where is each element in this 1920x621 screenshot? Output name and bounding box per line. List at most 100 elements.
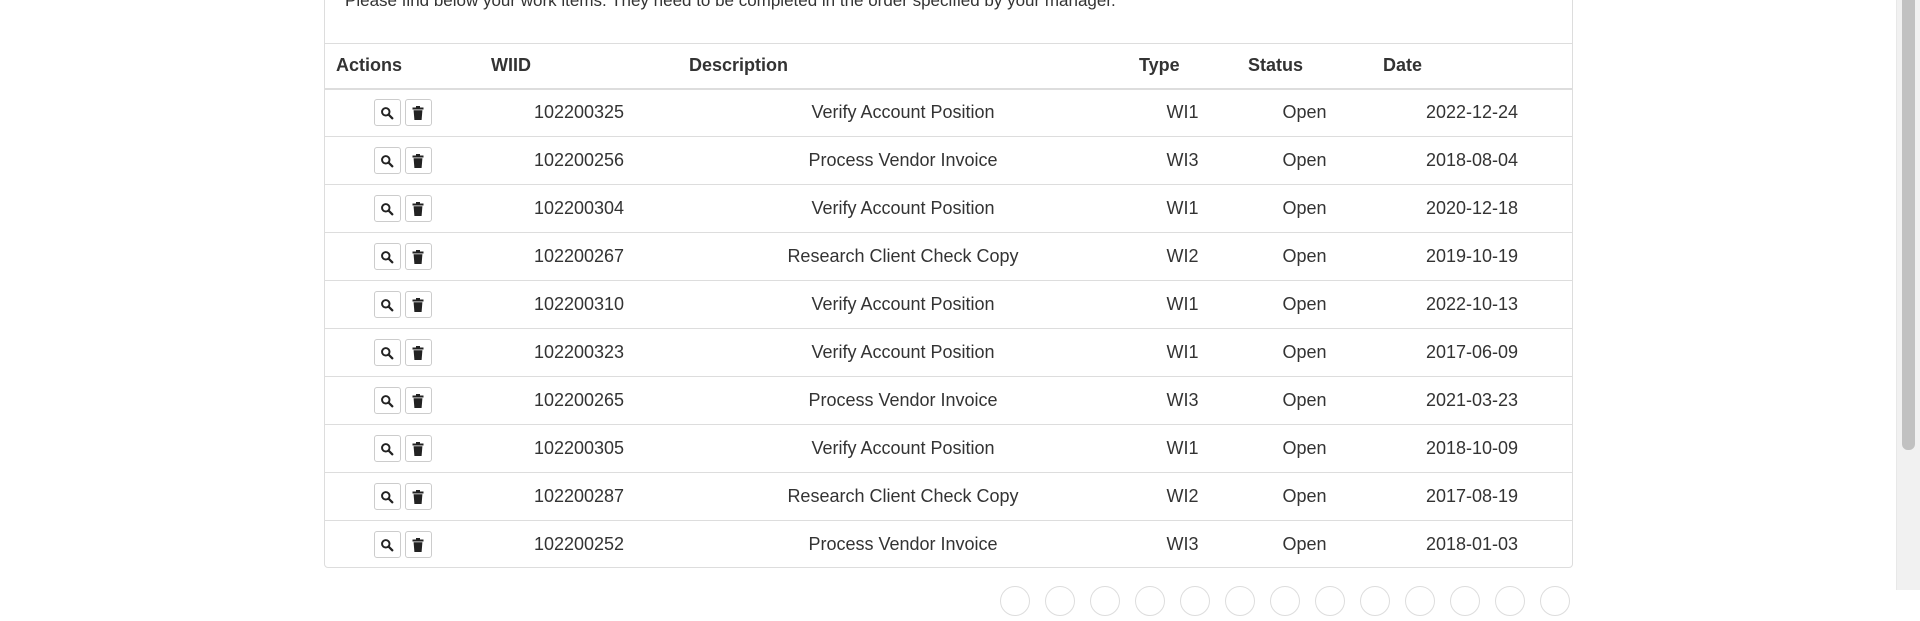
cell-wiid: 102200304 [480, 184, 678, 233]
page-button[interactable] [1135, 586, 1165, 616]
view-button[interactable] [373, 531, 401, 559]
cell-date: 2017-08-19 [1372, 472, 1572, 521]
cell-description: Process Vendor Invoice [678, 376, 1128, 425]
table-row: 102200305 Verify Account Position WI1 Open 2… [325, 424, 1572, 473]
page-button[interactable] [1045, 586, 1075, 616]
work-items-table: Actions WIID Description Type Status Dat… [325, 43, 1572, 568]
cell-description: Research Client Check Copy [678, 232, 1128, 281]
cell-date: 2017-06-09 [1372, 328, 1572, 377]
page-button[interactable] [1270, 586, 1300, 616]
page-button[interactable] [1540, 586, 1570, 616]
cell-description: Research Client Check Copy [678, 472, 1128, 521]
delete-button[interactable] [404, 243, 432, 270]
cell-status: Open [1237, 328, 1372, 377]
page-button[interactable] [1000, 586, 1030, 616]
cell-date: 2018-01-03 [1425, 534, 1519, 555]
row-actions [325, 136, 480, 185]
cell-type: WI1 [1128, 88, 1237, 137]
row-actions [325, 376, 480, 425]
cell-description: Verify Account Position [678, 184, 1128, 233]
page-button[interactable] [1495, 586, 1525, 616]
table-row: 102200256 Process Vendor Invoice WI3 Open 20… [325, 136, 1572, 185]
delete-button[interactable] [404, 531, 432, 559]
delete-button[interactable] [404, 147, 432, 174]
delete-button[interactable] [404, 195, 432, 222]
row-actions [325, 280, 480, 329]
page-button[interactable] [1225, 586, 1255, 616]
page-button[interactable] [1405, 586, 1435, 616]
cell-date: 2018-10-09 [1372, 424, 1572, 473]
page-button[interactable] [1180, 586, 1210, 616]
cell-type: WI1 [1128, 328, 1237, 377]
cell-status: Open [1237, 136, 1372, 185]
cell-description: Process Vendor Invoice [678, 136, 1128, 185]
view-button[interactable] [373, 387, 401, 414]
cell-status: Open [1282, 534, 1327, 555]
cell-date: 2019-10-19 [1372, 232, 1572, 281]
cell-type: WI3 [1128, 376, 1237, 425]
view-button[interactable] [373, 99, 401, 127]
row-actions [325, 232, 480, 281]
view-button[interactable] [373, 483, 401, 510]
header-type: Type [1128, 43, 1237, 90]
cell-status: Open [1237, 424, 1372, 473]
cell-date: 2021-03-23 [1372, 376, 1572, 425]
header-date: Date [1372, 43, 1572, 90]
vertical-scrollbar[interactable] [1896, 0, 1920, 590]
scrollbar-thumb[interactable] [1902, 0, 1915, 450]
cell-type: WI1 [1128, 280, 1237, 329]
row-actions [325, 328, 480, 377]
cell-status: Open [1237, 376, 1372, 425]
view-button[interactable] [373, 243, 401, 270]
cell-type: WI3 [1166, 534, 1199, 555]
table-header-row: Actions WIID Description Type Status Dat… [325, 43, 1572, 90]
work-items-panel: Please find below your work items. They … [324, 0, 1573, 568]
header-actions: Actions [325, 43, 480, 90]
cell-status: Open [1237, 88, 1372, 137]
cell-description: Process Vendor Invoice [808, 534, 998, 555]
delete-button[interactable] [404, 291, 432, 318]
table-row: 102200252 Process Vendor Invoice WI3 Open 20… [325, 521, 1572, 568]
header-status: Status [1237, 43, 1372, 90]
view-button[interactable] [373, 339, 401, 366]
row-actions [325, 424, 480, 473]
table-row: 102200287 Research Client Check Copy WI2 Op… [325, 472, 1572, 521]
view-button[interactable] [373, 291, 401, 318]
cell-description: Verify Account Position [678, 328, 1128, 377]
view-button[interactable] [373, 435, 401, 462]
cell-type: WI1 [1128, 424, 1237, 473]
delete-button[interactable] [404, 435, 432, 462]
cell-wiid: 102200265 [480, 376, 678, 425]
cell-date: 2022-12-24 [1372, 88, 1572, 137]
cell-type: WI2 [1128, 232, 1237, 281]
cell-description: Verify Account Position [678, 424, 1128, 473]
cell-status: Open [1237, 184, 1372, 233]
row-actions [325, 88, 480, 137]
row-actions [325, 521, 480, 568]
table-row: 102200323 Verify Account Position WI1 Open 2… [325, 328, 1572, 377]
view-button[interactable] [373, 195, 401, 222]
cell-status: Open [1237, 232, 1372, 281]
page-button[interactable] [1315, 586, 1345, 616]
delete-button[interactable] [404, 483, 432, 510]
delete-button[interactable] [404, 387, 432, 414]
view-button[interactable] [373, 147, 401, 174]
table-row: 102200265 Process Vendor Invoice WI3 Open 20… [325, 376, 1572, 425]
cell-type: WI3 [1128, 136, 1237, 185]
header-wiid: WIID [480, 43, 678, 90]
page-button[interactable] [1450, 586, 1480, 616]
cell-wiid: 102200325 [480, 88, 678, 137]
cell-wiid: 102200267 [480, 232, 678, 281]
cell-wiid: 102200323 [480, 328, 678, 377]
table-row: 102200267 Research Client Check Copy WI2 Op… [325, 232, 1572, 281]
cell-wiid: 102200287 [480, 472, 678, 521]
page-button[interactable] [1360, 586, 1390, 616]
cell-type: WI1 [1128, 184, 1237, 233]
page-button[interactable] [1090, 586, 1120, 616]
delete-button[interactable] [404, 99, 432, 127]
row-actions [325, 184, 480, 233]
cell-description: Verify Account Position [678, 88, 1128, 137]
delete-button[interactable] [404, 339, 432, 366]
cell-date: 2020-12-18 [1372, 184, 1572, 233]
cell-type: WI2 [1128, 472, 1237, 521]
